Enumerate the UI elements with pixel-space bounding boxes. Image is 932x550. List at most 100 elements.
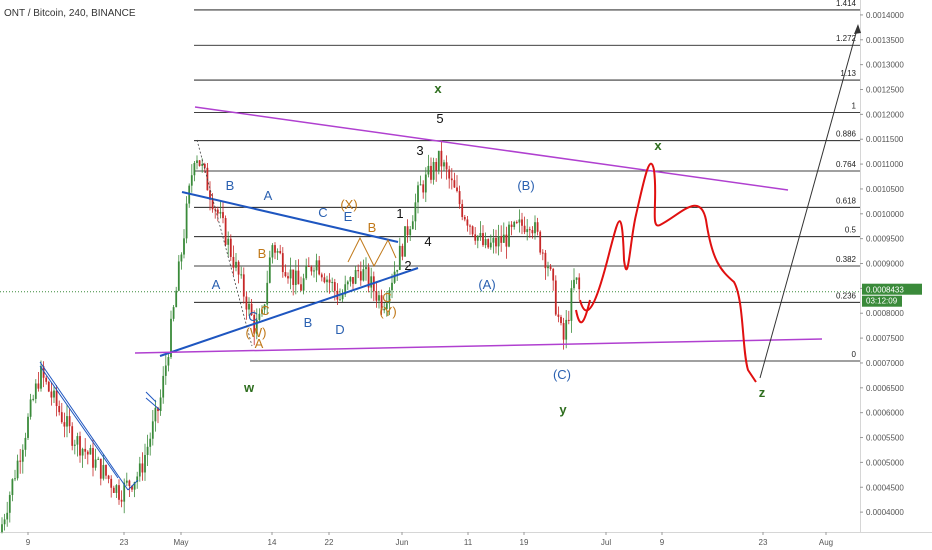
wave-label: (B) — [517, 178, 534, 193]
candle-body — [242, 274, 245, 297]
candle-body — [216, 209, 219, 214]
x-tick-label: 19 — [520, 538, 529, 547]
candle-body — [276, 251, 279, 253]
candle-body — [352, 277, 354, 284]
candle-body — [71, 426, 74, 446]
x-tick-label: 9 — [660, 538, 665, 547]
trend-line — [145, 391, 157, 403]
y-tick-label: 0.0011000 — [866, 160, 904, 169]
candle-body — [469, 225, 471, 227]
wave-label: (A) — [478, 277, 495, 292]
trend-line — [145, 397, 161, 411]
candle-body — [245, 296, 248, 310]
candle-body — [16, 460, 19, 479]
candle-body — [76, 436, 79, 445]
candle-body — [404, 226, 406, 257]
wave-label: z — [759, 385, 766, 400]
projection-start — [575, 299, 591, 324]
candle-body — [201, 164, 204, 166]
candle-body — [573, 279, 575, 289]
candle-body — [378, 295, 380, 301]
candle-body — [297, 270, 300, 285]
candle-body — [287, 276, 289, 279]
candle-body — [172, 307, 175, 319]
candle-body — [159, 397, 162, 412]
candle-body — [79, 436, 81, 456]
candle-body — [89, 448, 92, 455]
orange-zigzag — [347, 236, 397, 268]
y-tick-label: 0.0006000 — [866, 409, 904, 418]
wave-label: B — [368, 220, 377, 235]
last-price-value: 0.0008433 — [866, 286, 904, 295]
candle-body — [320, 274, 323, 278]
candle-body — [305, 266, 308, 279]
x-tick-label: Jun — [396, 538, 409, 547]
candle-body — [3, 519, 6, 525]
candle-body — [471, 226, 474, 235]
candle-body — [562, 323, 565, 340]
candle-body — [575, 277, 578, 280]
y-tick-label: 0.0010500 — [866, 185, 904, 194]
y-tick-label: 0.0009500 — [866, 235, 904, 244]
candle-body — [232, 256, 235, 268]
candle-body — [266, 282, 269, 305]
candle-body — [370, 276, 373, 288]
candle-body — [128, 480, 131, 487]
candle-body — [492, 237, 495, 243]
x-tick-label: 14 — [268, 538, 277, 547]
wave-label: 2 — [404, 258, 411, 273]
y-tick-label: 0.0014000 — [866, 11, 904, 20]
fib-level-label: 0.764 — [836, 160, 857, 169]
candle-body — [144, 454, 146, 473]
trend-line — [181, 191, 399, 243]
candle-body — [219, 212, 222, 214]
candle-body — [175, 290, 178, 308]
candle-body — [149, 438, 152, 447]
candle-body — [554, 280, 557, 315]
candle-body — [406, 226, 409, 236]
y-tick-label: 0.0005500 — [866, 434, 904, 443]
candle-body — [482, 233, 484, 246]
candle-body — [300, 284, 302, 291]
y-tick-label: 0.0012500 — [866, 85, 904, 94]
candle-body — [508, 224, 510, 247]
wave-label: 1 — [396, 206, 403, 221]
candle-body — [141, 463, 144, 473]
candle-body — [274, 245, 276, 253]
y-tick-label: 0.0004500 — [866, 483, 904, 492]
candle-body — [190, 175, 193, 186]
candle-body — [24, 437, 27, 450]
candle-body — [398, 245, 401, 270]
wave-label: C — [248, 309, 257, 324]
candle-body — [323, 277, 326, 283]
y-tick-label: 0.0008000 — [866, 309, 904, 318]
candle-body — [435, 162, 438, 171]
candle-body — [443, 162, 445, 167]
wave-label: C — [382, 290, 391, 305]
candle-body — [68, 416, 71, 427]
candle-body — [479, 233, 482, 236]
candle-body — [354, 270, 357, 284]
candle-body — [510, 224, 513, 228]
x-tick-label: 9 — [26, 538, 31, 547]
candle-body — [526, 229, 529, 233]
candle-body — [310, 266, 313, 272]
candle-body — [224, 218, 227, 245]
candle-body — [318, 260, 321, 275]
arrow-head-icon — [854, 24, 861, 34]
candle-body — [570, 288, 573, 321]
candle-body — [55, 390, 58, 407]
price-chart[interactable]: 0.0014000 0.0013500 0.0013000 0.0012500 0.00… — [0, 0, 932, 550]
candle-body — [268, 257, 271, 283]
trend-line — [39, 365, 119, 479]
candle-body — [222, 212, 224, 219]
candle-body — [151, 421, 154, 439]
candle-body — [240, 274, 243, 276]
candle-body — [292, 269, 295, 285]
candle-body — [47, 381, 50, 392]
candle-body — [27, 416, 29, 438]
y-tick-label: 0.0010000 — [866, 210, 904, 219]
wave-label: w — [243, 380, 255, 395]
wave-label: B — [226, 178, 235, 193]
chart-title: ONT / Bitcoin, 240, BINANCE — [4, 8, 136, 19]
